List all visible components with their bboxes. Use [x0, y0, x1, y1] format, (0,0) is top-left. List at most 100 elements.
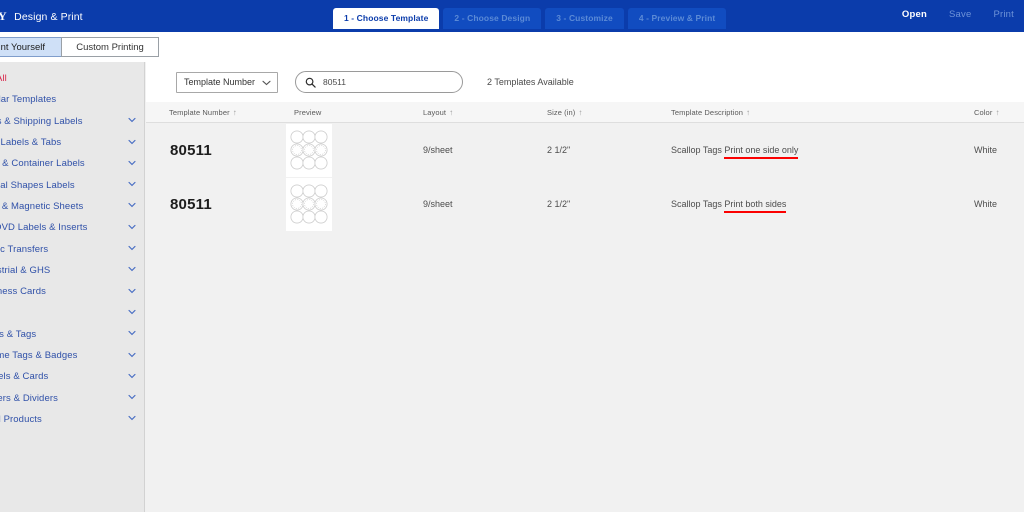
sidebar-item-label: Fabric Transfers [0, 243, 49, 255]
sidebar-item-label: All [0, 73, 7, 85]
tab-customize[interactable]: 3 - Customize [545, 8, 624, 29]
tab-preview-and-print[interactable]: 4 - Preview & Print [627, 8, 727, 29]
chevron-down-icon [128, 416, 136, 423]
chevron-down-icon [128, 160, 136, 167]
sidebar-item-label: Industrial & GHS [0, 264, 51, 276]
sidebar-item-file-labels-tabs[interactable]: File Labels & Tabs [0, 132, 144, 153]
sidebar-item-address-shipping-labels[interactable]: Address & Shipping Labels [0, 111, 144, 132]
column-header-layout[interactable]: Layout ↑ [423, 108, 453, 117]
column-header-description[interactable]: Template Description ↑ [671, 108, 750, 117]
sidebar-item-product-container-labels[interactable]: Product & Container Labels [0, 153, 144, 174]
avery-logo: Y [0, 8, 8, 23]
cell-template-number: 80511 [170, 196, 212, 213]
sidebar-item-binders-dividers[interactable]: Binders & Dividers [0, 387, 144, 408]
column-header-preview: Preview [294, 108, 322, 117]
chevron-down-icon [128, 352, 136, 359]
template-results-panel: Template Number 80511 2 Templates Availa… [146, 62, 1024, 512]
open-button[interactable]: Open [902, 9, 927, 20]
scallop-tag-sheet-icon [290, 184, 328, 224]
chevron-down-icon [128, 117, 136, 124]
chevron-down-icon [128, 245, 136, 252]
cell-description: Scallop Tags Print one side only [671, 145, 799, 159]
chevron-down-icon [128, 330, 136, 337]
sidebar-item-label: Gifts & Tags [0, 328, 37, 340]
sidebar-item-industrial-ghs[interactable]: Industrial & GHS [0, 260, 144, 281]
top-actions: Open Save Print [902, 9, 1014, 20]
search-input[interactable]: 80511 [295, 71, 463, 93]
sidebar-item-fabric-transfers[interactable]: Fabric Transfers [0, 238, 144, 259]
chevron-down-icon [262, 73, 271, 91]
table-row[interactable]: 80511 9/sheet 2 1/2" Scallop Tags Print … [146, 123, 1024, 177]
column-header-size[interactable]: Size (in) ↑ [547, 108, 583, 117]
sort-arrow-icon: ↑ [746, 108, 751, 117]
search-field-select[interactable]: Template Number [176, 71, 278, 93]
chevron-down-icon [128, 394, 136, 401]
search-field-select-label: Template Number [184, 77, 256, 87]
sort-arrow-icon: ↑ [232, 108, 237, 117]
sidebar-item-gifts-tags[interactable]: Gifts & Tags [0, 324, 144, 345]
save-button[interactable]: Save [949, 9, 971, 20]
sidebar-item-label: CD/DVD Labels & Inserts [0, 222, 88, 234]
sidebar-item-label: All Products [0, 413, 42, 425]
sidebar-item-label: Dividers & Magnetic Sheets [0, 200, 84, 212]
templates-table: Template Number ↑ Preview Layout ↑ Size (i… [146, 102, 1024, 231]
sidebar-item-name-tags-badges[interactable]: Name Tags & Badges [0, 345, 144, 366]
cell-layout: 9/sheet [423, 199, 453, 209]
description-highlight: Print both sides [724, 199, 787, 213]
sidebar-item-cards[interactable]: Cards [0, 302, 144, 323]
cell-color: White [974, 199, 998, 209]
top-header-bar: Y Design & Print 1 - Choose Template 2 -… [0, 0, 1024, 32]
print-button[interactable]: Print [993, 9, 1014, 20]
scallop-tag-sheet-icon [290, 130, 328, 170]
sort-arrow-icon: ↑ [449, 108, 454, 117]
chevron-down-icon [128, 139, 136, 146]
template-preview-thumbnail[interactable] [286, 178, 332, 231]
chevron-down-icon [128, 266, 136, 273]
sidebar-item-label: Business Cards [0, 286, 46, 298]
chevron-down-icon [128, 181, 136, 188]
sidebar-item-label: Labels & Cards [0, 371, 49, 383]
chevron-down-icon [128, 224, 136, 231]
sidebar-item-label: Address & Shipping Labels [0, 115, 83, 127]
sidebar-item-label: Popular Templates [0, 94, 57, 106]
table-header-row: Template Number ↑ Preview Layout ↑ Size (i… [146, 102, 1024, 123]
sidebar-item-labels-cards[interactable]: Labels & Cards [0, 366, 144, 387]
cell-layout: 9/sheet [423, 145, 453, 155]
sidebar-item-cd-dvd-labels-inserts[interactable]: CD/DVD Labels & Inserts [0, 217, 144, 238]
wizard-steps: 1 - Choose Template 2 - Choose Design 3 … [333, 8, 727, 29]
tab-choose-template[interactable]: 1 - Choose Template [333, 8, 440, 29]
sidebar-item-all[interactable]: All [0, 68, 144, 89]
sidebar-item-label: Product & Container Labels [0, 158, 85, 170]
sidebar-item-business-cards[interactable]: Business Cards [0, 281, 144, 302]
cell-color: White [974, 145, 998, 155]
sidebar-item-popular-templates[interactable]: Popular Templates [0, 89, 144, 110]
sidebar-item-label: Binders & Dividers [0, 392, 58, 404]
table-row[interactable]: 80511 9/sheet 2 1/2" Scallop Tags Print … [146, 177, 1024, 231]
custom-printing-button[interactable]: Custom Printing [61, 37, 159, 57]
sidebar-item-special-shapes-labels[interactable]: Special Shapes Labels [0, 174, 144, 195]
sidebar-item-label: Name Tags & Badges [0, 350, 78, 361]
sidebar-item-label: Special Shapes Labels [0, 179, 75, 191]
sort-arrow-icon: ↑ [578, 108, 583, 117]
column-header-template-number[interactable]: Template Number ↑ [169, 108, 237, 117]
sidebar-item-all-products[interactable]: All Products [0, 409, 144, 430]
cell-size: 2 1/2" [547, 145, 571, 155]
chevron-down-icon [128, 203, 136, 210]
sidebar-item-label: File Labels & Tabs [0, 137, 62, 149]
description-highlight: Print one side only [724, 145, 799, 159]
description-prefix: Scallop Tags [671, 199, 725, 209]
brand[interactable]: Y Design & Print [0, 9, 83, 24]
chevron-down-icon [128, 309, 136, 316]
sidebar-item-dividers-magnetic-sheets[interactable]: Dividers & Magnetic Sheets [0, 196, 144, 217]
tab-choose-design[interactable]: 2 - Choose Design [443, 8, 542, 29]
description-prefix: Scallop Tags [671, 145, 725, 155]
chevron-down-icon [128, 288, 136, 295]
template-preview-thumbnail[interactable] [286, 124, 332, 177]
results-count-text: 2 Templates Available [487, 77, 574, 87]
column-header-color[interactable]: Color ↑ [974, 108, 1000, 117]
cell-template-number: 80511 [170, 142, 212, 159]
print-yourself-button[interactable]: Print Yourself [0, 37, 67, 57]
filter-bar: Template Number 80511 2 Templates Availa… [146, 62, 1024, 102]
app-title: Design & Print [14, 10, 83, 23]
sort-arrow-icon: ↑ [995, 108, 1000, 117]
